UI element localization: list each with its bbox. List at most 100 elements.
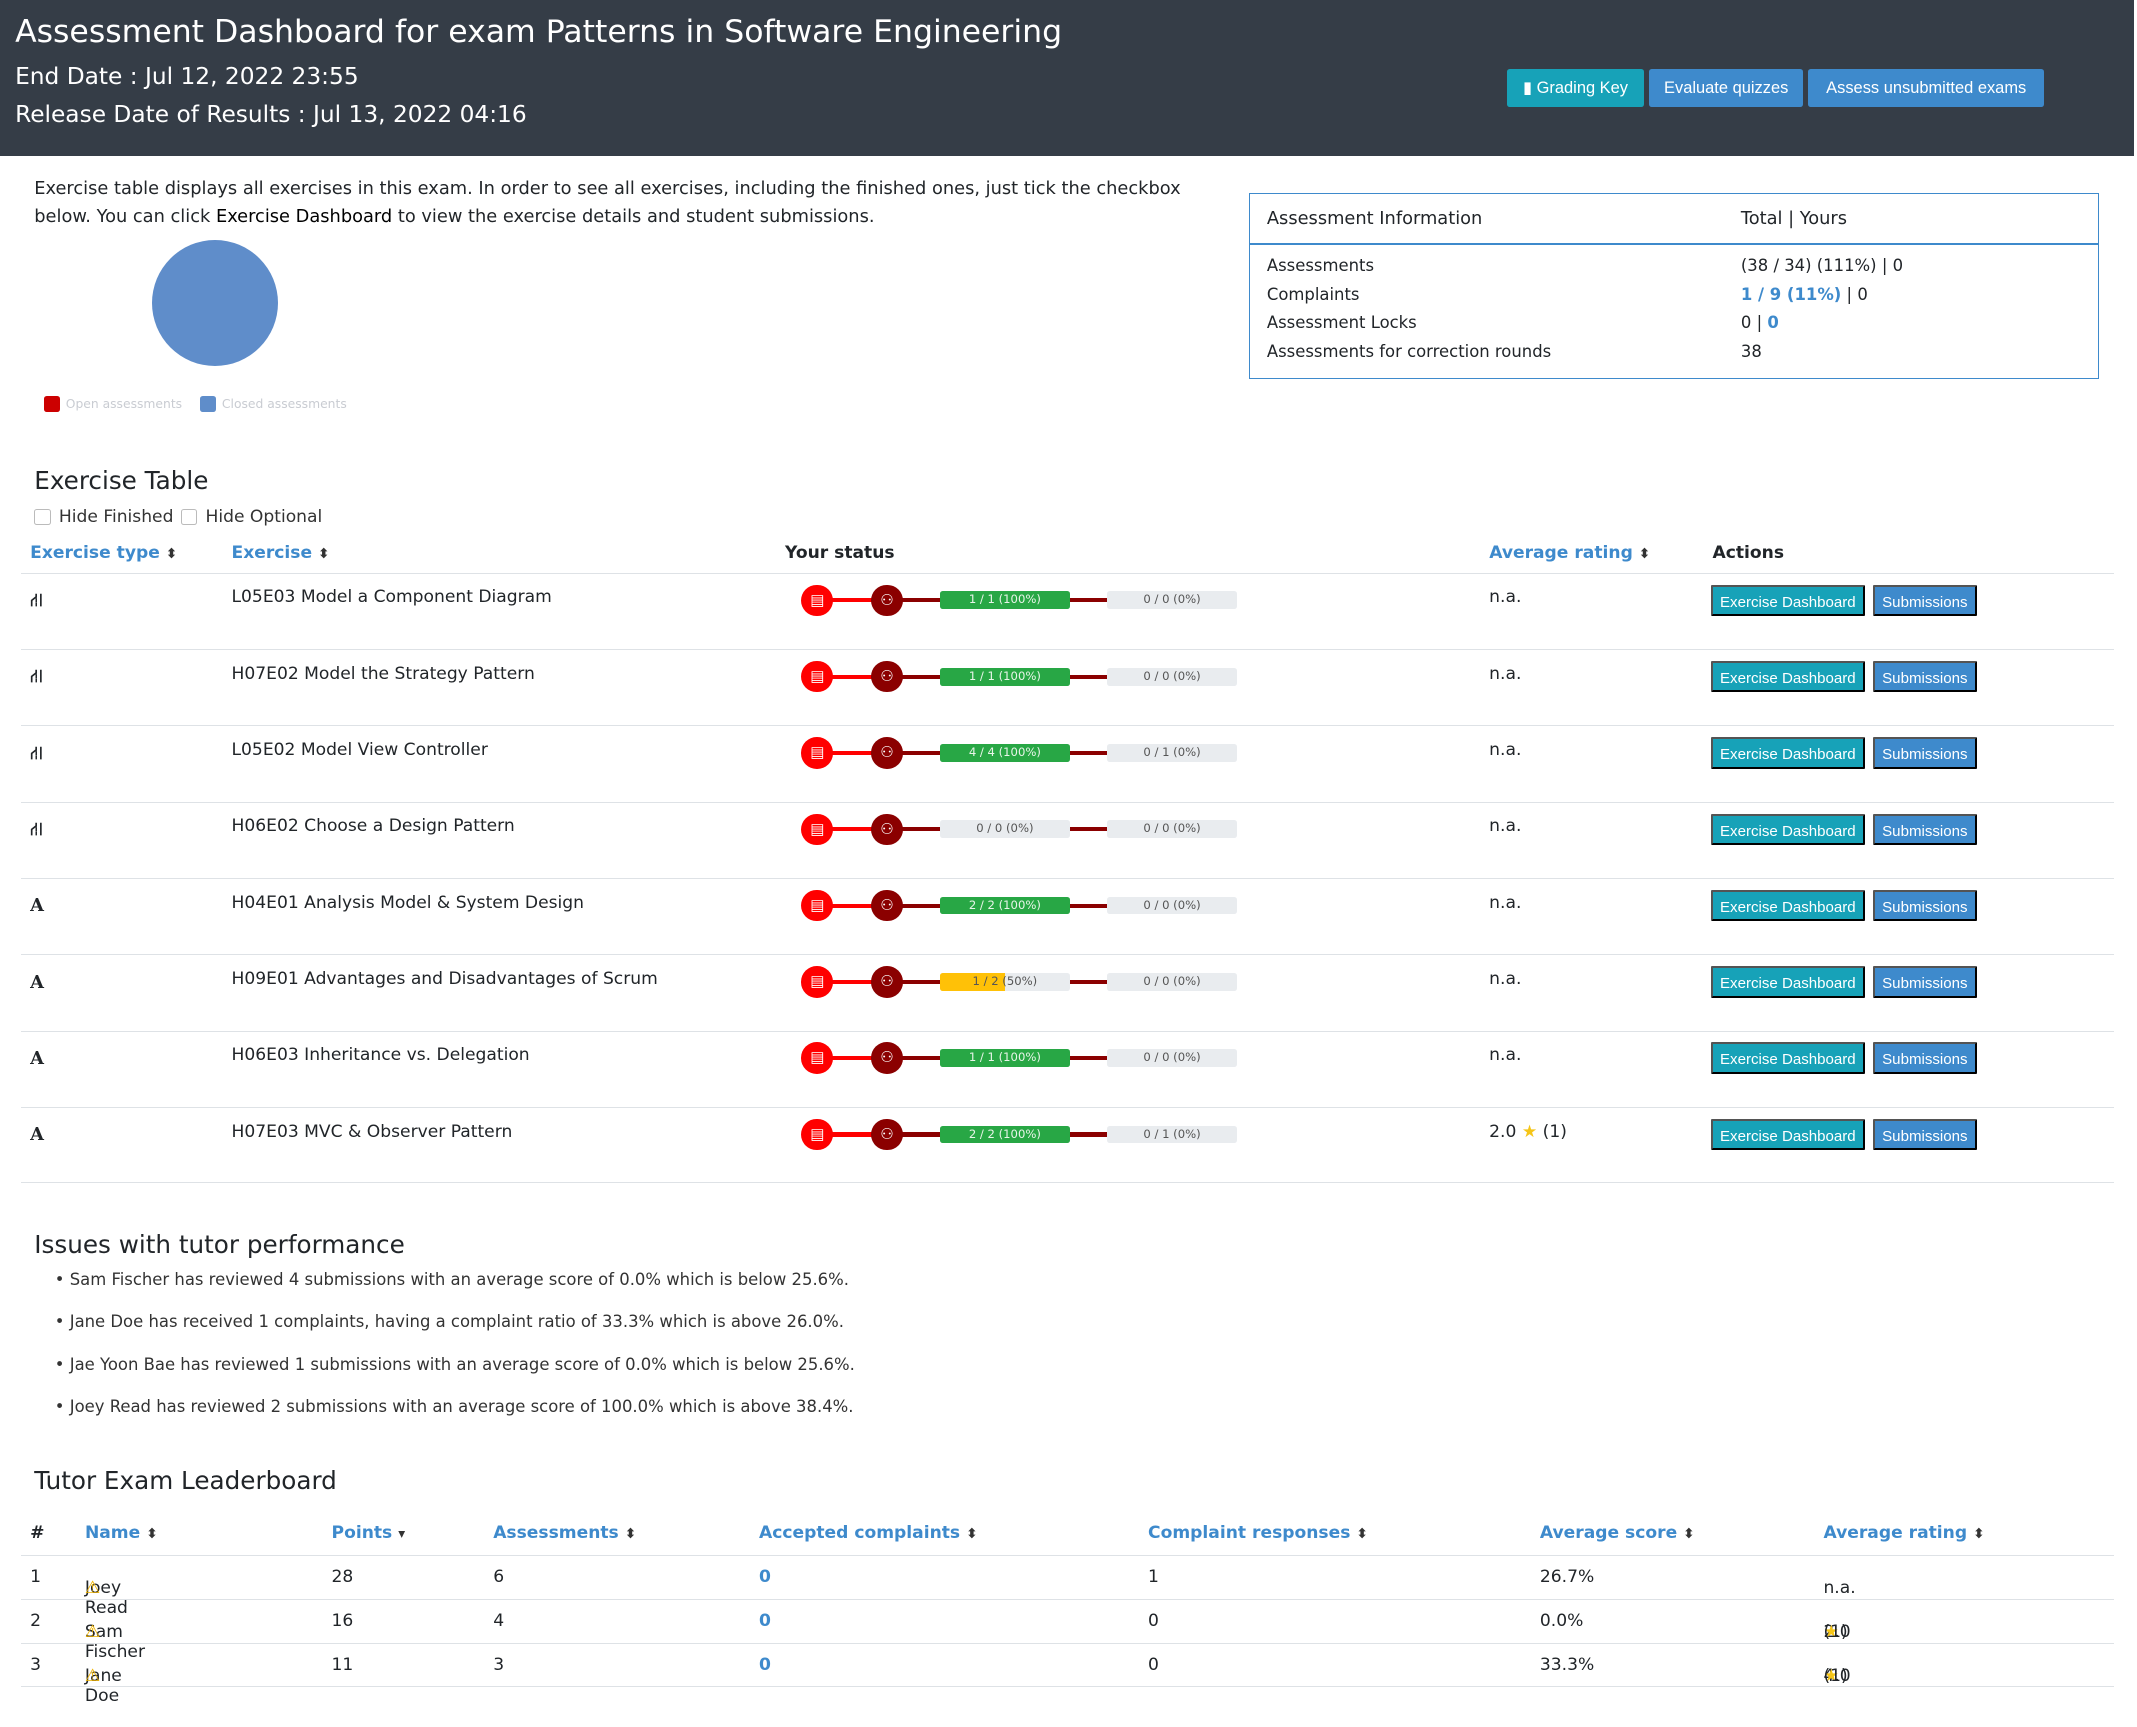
issue-text: Jane Doe has received 1 complaints, havi… [69,1312,844,1332]
col-label: Points [331,1523,393,1544]
leaderboard-col[interactable]: Average score ⬍ [1540,1523,1695,1543]
col-label: Exercise [231,542,313,563]
info-total: (38 / 34) (111%) [1740,255,1877,275]
leaderboard-col[interactable]: Average rating ⬍ [1823,1523,1984,1543]
locks-link[interactable]: 0 [1767,313,1778,332]
col-status: Your status [785,542,895,563]
round2-label: 0 / 0 (0%) [1143,897,1201,912]
accepted-complaints-link[interactable]: 0 [759,1567,771,1587]
submissions-button[interactable]: Submissions [1872,584,1977,617]
exercise-dashboard-button[interactable]: Exercise Dashboard [1711,1042,1865,1074]
info-label: Assessment Locks [1266,313,1417,333]
info-value: 38 [1740,342,1762,362]
hide-finished-checkbox[interactable]: Hide Finished [34,507,173,527]
exercise-dashboard-button[interactable]: Exercise Dashboard [1711,966,1865,998]
info-yours: 0 [1857,284,1868,304]
exercise-dashboard-button[interactable]: Exercise Dashboard [1711,584,1865,617]
rating-value: n.a. [1489,892,1522,913]
complaints-link[interactable]: 1 / 9 (11%) [1741,285,1841,304]
leaderboard-col[interactable]: Complaint responses ⬍ [1148,1523,1368,1543]
hide-optional-checkbox[interactable]: Hide Optional [180,507,322,527]
exercise-dashboard-button[interactable]: Exercise Dashboard [1711,737,1865,769]
rating-value: n.a. [1489,663,1522,684]
info-value: (38 / 34) (111%) | 0 [1740,255,1904,275]
assessment-icon: ⚇ [871,584,903,617]
issue-text: Sam Fischer has reviewed 4 submissions w… [69,1269,849,1289]
submissions-button[interactable]: Submissions [1872,737,1977,769]
submissions-button[interactable]: Submissions [1872,813,1977,846]
submissions-button[interactable]: Submissions [1872,1118,1977,1151]
exercise-name: L05E02 Model View Controller [231,739,488,760]
checkbox-label: Hide Finished [58,506,174,527]
round1-progress: 2 / 2 (100%) [939,1125,1070,1144]
exercise-dashboard-button[interactable]: Exercise Dashboard [1711,660,1865,693]
legend-closed[interactable]: Closed assessments [200,395,347,413]
assessment-icon: ⚇ [871,660,903,693]
legend-swatch [200,395,217,413]
assessment-icon: ⚇ [871,1118,903,1151]
evaluate-quizzes-button[interactable]: Evaluate quizzes [1649,68,1803,107]
submissions-button[interactable]: Submissions [1872,966,1977,998]
exercise-name: H04E01 Analysis Model & System Design [231,892,585,913]
legend-open[interactable]: Open assessments [43,395,182,413]
issue-text: Jae Yoon Bae has reviewed 1 submissions … [69,1354,855,1374]
assessments: 3 [493,1654,505,1675]
assess-unsubmitted-button[interactable]: Assess unsubmitted exams [1808,68,2045,107]
leaderboard-row: 3 Jane Doe ⚠ 11 3 0 0 33.3% 4.0 ★ (1) [20,1642,2114,1706]
round1-label: 0 / 0 (0%) [976,821,1034,836]
col-exercise-type[interactable]: Exercise type ⬍ [30,543,177,563]
table-row: A H04E01 Analysis Model & System Design … [20,877,2114,955]
table-row: ⛙ L05E02 Model View Controller ▤ ⚇ 4 / 4… [20,725,2114,802]
leaderboard-col[interactable]: Points ▾ [332,1523,406,1543]
checkbox[interactable] [34,508,51,526]
page-title: Assessment Dashboard for exam Patterns i… [15,13,1063,50]
modeling-exercise-icon: ⛙ [30,590,43,612]
round2-progress: 0 / 0 (0%) [1106,896,1238,915]
grading-key-button[interactable]: ▮ Grading Key [1507,68,1644,107]
leaderboard-row: 2 Sam Fischer ⚠ 16 4 0 0 0.0% 2.0 ★ (1) [20,1598,2114,1662]
assessment-icon: ⚇ [871,737,903,769]
sort-icon: ⬍ [1683,1526,1695,1543]
release-date: Release Date of Results : Jul 13, 2022 0… [15,101,527,129]
intro-text: Exercise table displays all exercises in… [34,175,1212,230]
end-date: End Date : Jul 12, 2022 23:55 [15,63,359,91]
accepted-complaints-link[interactable]: 0 [759,1655,771,1675]
table-row: A H07E03 MVC & Observer Pattern ▤ ⚇ 2 / … [20,1106,2114,1184]
col-label: Assessments [493,1523,619,1544]
submissions-button[interactable]: Submissions [1872,889,1977,922]
round2-label: 0 / 1 (0%) [1143,745,1201,760]
col-label: Average score [1539,1523,1678,1544]
rating-value: n.a. [1489,1045,1522,1066]
col-exercise[interactable]: Exercise ⬍ [232,543,330,563]
round2-progress: 0 / 0 (0%) [1106,820,1238,839]
warning-icon[interactable]: ⚠ [85,1578,100,1598]
rating-value: 2.0 [1489,1121,1517,1142]
assessment-icon: ⚇ [871,966,903,998]
sort-icon: ⬍ [1973,1526,1985,1543]
warning-icon[interactable]: ⚠ [85,1622,100,1642]
leaderboard-col[interactable]: Assessments ⬍ [493,1523,636,1543]
accepted-complaints-link[interactable]: 0 [759,1611,771,1631]
issues-title: Issues with tutor performance [34,1230,405,1260]
leaderboard-col[interactable]: Accepted complaints ⬍ [759,1523,978,1543]
exercise-dashboard-button[interactable]: Exercise Dashboard [1711,889,1865,922]
average-rating: n.a. [1489,1045,1521,1065]
round2-label: 0 / 0 (0%) [1143,1050,1201,1065]
exercise-dashboard-button[interactable]: Exercise Dashboard [1711,813,1865,846]
submissions-button[interactable]: Submissions [1872,1042,1977,1074]
info-total: 0 [1740,313,1752,333]
leaderboard-col: # [30,1523,44,1543]
rank: 1 [30,1566,42,1587]
issue-text: Joey Read has reviewed 2 submissions wit… [69,1397,854,1417]
round2-progress: 0 / 0 (0%) [1106,667,1238,686]
text-exercise-icon: A [30,1047,44,1069]
col-average-rating[interactable]: Average rating ⬍ [1489,543,1650,563]
round2-progress: 0 / 0 (0%) [1106,973,1238,991]
warning-icon[interactable]: ⚠ [85,1666,100,1686]
sort-icon: ⬍ [146,1526,158,1543]
checkbox[interactable] [180,508,198,526]
exercise-dashboard-button[interactable]: Exercise Dashboard [1711,1118,1865,1151]
star-icon: ★ [1521,1121,1538,1142]
submissions-button[interactable]: Submissions [1872,660,1977,693]
leaderboard-col[interactable]: Name ⬍ [85,1523,158,1543]
